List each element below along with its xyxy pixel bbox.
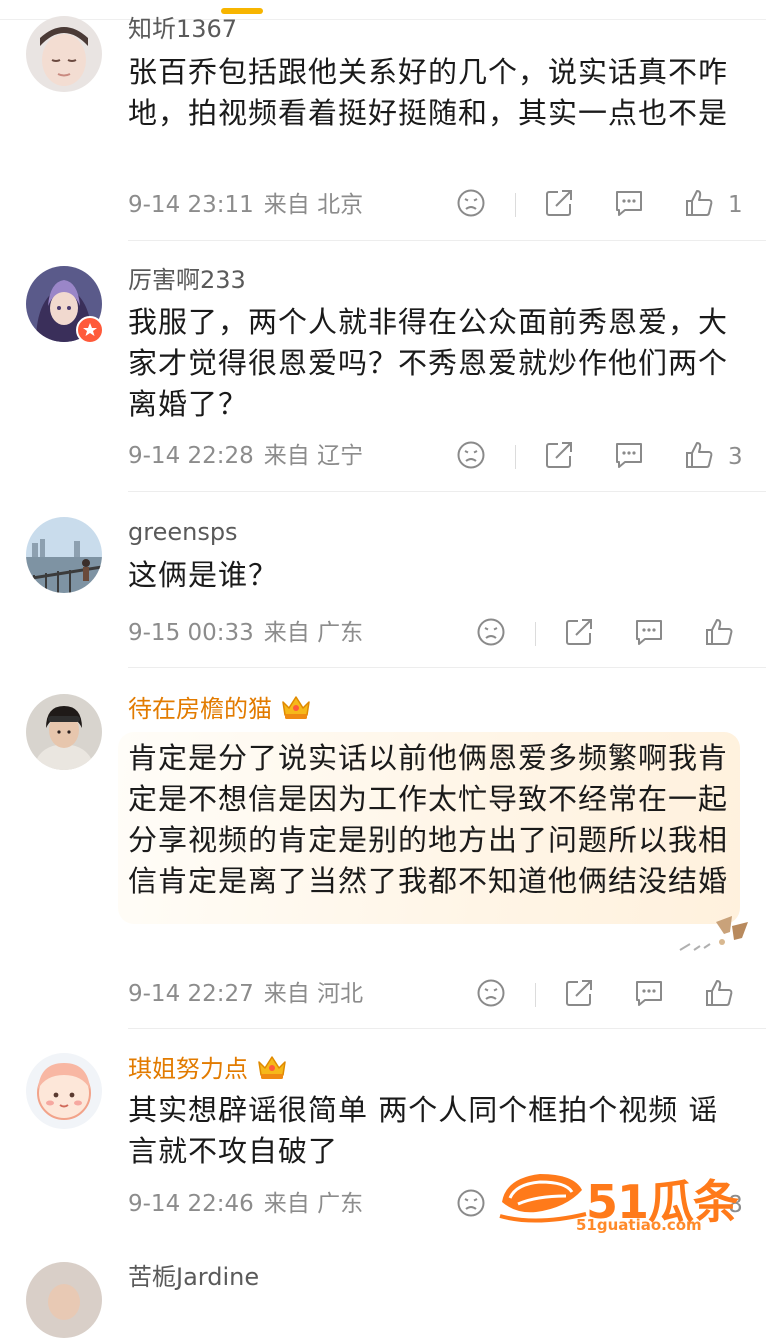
action-separator [535, 983, 536, 1007]
action-separator [515, 445, 516, 469]
comment-divider [128, 1028, 766, 1029]
username[interactable]: 待在房檐的猫 [128, 693, 312, 728]
comment-actions [476, 978, 756, 1012]
comment-content: 这俩是谁？ [128, 558, 279, 592]
dislike-icon[interactable] [456, 188, 486, 218]
like-count: 1 [728, 192, 743, 218]
reply-icon[interactable] [613, 188, 645, 218]
comment-location: 来自 辽宁 [263, 443, 364, 469]
dislike-icon[interactable] [476, 617, 506, 647]
comment-actions: 3 [456, 440, 756, 474]
top-divider [0, 19, 766, 20]
bubble-decoration-icon [676, 912, 750, 960]
share-icon[interactable] [564, 978, 594, 1008]
share-icon[interactable] [564, 617, 594, 647]
reply-icon[interactable] [633, 978, 665, 1008]
comment-location: 来自 广东 [263, 620, 364, 646]
avatar[interactable] [26, 1053, 102, 1129]
comment-meta: 9-14 22:28 来自 辽宁 [128, 441, 373, 471]
comment-actions [476, 617, 756, 651]
comment-content: 张百乔包括跟他关系好的几个，说实话真不咋地，拍视频看着挺好挺随和，其实一点也不是 [128, 55, 729, 130]
username[interactable]: 知圻1367 [128, 14, 237, 44]
like-icon[interactable] [684, 188, 714, 218]
dislike-icon[interactable] [456, 440, 486, 470]
username[interactable]: 苦栀Jardine [128, 1262, 259, 1292]
avatar[interactable] [26, 517, 102, 593]
dislike-icon[interactable] [456, 1188, 486, 1218]
avatar[interactable] [26, 694, 102, 770]
comment-meta: 9-14 22:27 来自 河北 [128, 979, 373, 1009]
avatar[interactable] [26, 16, 102, 92]
crown-icon [256, 1053, 288, 1088]
like-icon[interactable] [684, 440, 714, 470]
comment-time: 9-14 22:46 [128, 1191, 254, 1217]
comment-time: 9-14 22:27 [128, 981, 254, 1007]
comment-divider [128, 240, 766, 241]
username[interactable]: 厉害啊233 [128, 265, 246, 295]
crown-icon [280, 693, 312, 728]
watermark-url: 51guatiao.com [576, 1216, 702, 1234]
username[interactable]: greensps [128, 517, 238, 547]
reply-icon[interactable] [633, 617, 665, 647]
dislike-icon[interactable] [476, 978, 506, 1008]
comment-time: 9-14 22:28 [128, 443, 254, 469]
avatar[interactable] [26, 1262, 102, 1338]
comment-content: 其实想辟谣很简单 两个人同个框拍个视频 谣言就不攻自破了 [128, 1093, 719, 1168]
comment-divider [128, 667, 766, 668]
comment-content: 肯定是分了说实话以前他俩恩爱多频繁啊我肯定是不想信是因为工作太忙导致不经常在一起… [118, 732, 740, 924]
username[interactable]: 琪姐努力点 [128, 1053, 288, 1088]
action-separator [535, 622, 536, 646]
comment-location: 来自 河北 [263, 981, 364, 1007]
like-icon[interactable] [704, 978, 734, 1008]
username-text: 琪姐努力点 [128, 1055, 248, 1083]
watermark-logo: 51瓜条 51guatiao.com [496, 1166, 758, 1234]
share-icon[interactable] [544, 440, 574, 470]
comment-actions: 1 [456, 188, 756, 222]
comment-location: 来自 北京 [263, 192, 364, 218]
reply-icon[interactable] [613, 440, 645, 470]
username-text: 待在房檐的猫 [128, 695, 272, 723]
comment-divider [128, 491, 766, 492]
action-separator [515, 193, 516, 217]
like-count: 3 [728, 444, 743, 470]
comment-content: 我服了，两个人就非得在公众面前秀恩爱，大家才觉得很恩爱吗？不秀恩爱就炒作他们两个… [128, 305, 729, 421]
like-icon[interactable] [704, 617, 734, 647]
share-icon[interactable] [544, 188, 574, 218]
comment-meta: 9-14 23:11 来自 北京 [128, 190, 373, 220]
comment-time: 9-15 00:33 [128, 620, 254, 646]
comment-meta: 9-15 00:33 来自 广东 [128, 618, 373, 648]
comment-location: 来自 广东 [263, 1191, 364, 1217]
comment-time: 9-14 23:11 [128, 192, 254, 218]
verified-badge-icon [76, 316, 104, 344]
comment-meta: 9-14 22:46 来自 广东 [128, 1189, 373, 1219]
